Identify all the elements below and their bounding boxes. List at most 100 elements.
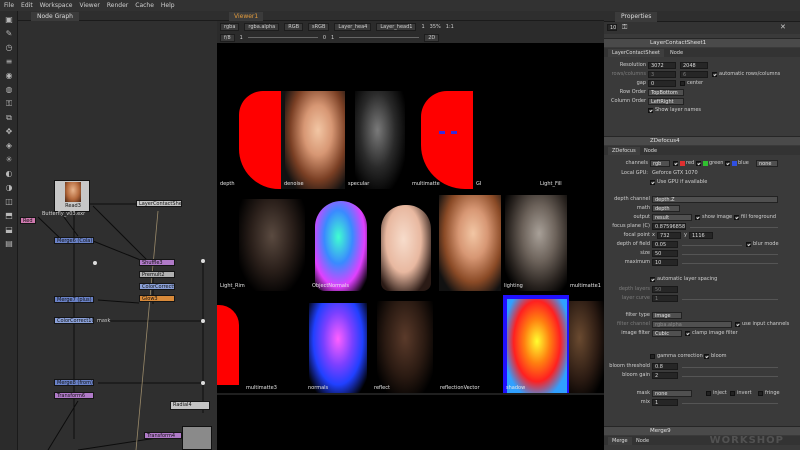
mix-slider[interactable] <box>682 403 778 404</box>
time-tool-icon[interactable]: ◷ <box>4 43 14 52</box>
extra-channel-select[interactable]: none <box>756 160 778 167</box>
tab-zdefocus-node[interactable]: Node <box>640 147 661 155</box>
layer-curve-slider[interactable] <box>682 299 778 300</box>
depth-layers-field[interactable]: 50 <box>652 286 678 293</box>
merge-tool-icon[interactable]: ⧉ <box>4 113 14 122</box>
maximum-field[interactable]: 10 <box>652 259 678 266</box>
bloom-gain-field[interactable]: 2 <box>652 372 678 379</box>
viewer-canvas[interactable]: depth denoise specular multimatte GI Lig… <box>217 43 604 450</box>
zoom-ratio[interactable]: 35% <box>430 24 441 30</box>
color-tool-icon[interactable]: ◉ <box>4 71 14 80</box>
merge8-node[interactable]: Merge8 (from) <box>54 379 94 386</box>
center-checkbox[interactable] <box>680 81 685 86</box>
contact-sheet-panel-header[interactable]: LayerContactSheet1 <box>604 38 800 47</box>
other-tool-icon[interactable]: ⬓ <box>4 225 14 234</box>
furnace-tool-icon[interactable]: ▤ <box>4 239 14 248</box>
fringe-checkbox[interactable] <box>758 391 763 396</box>
filter-type-select[interactable]: image <box>652 312 682 319</box>
depth-channel-select[interactable]: depth.Z <box>652 196 778 203</box>
metadata-tool-icon[interactable]: ◫ <box>4 197 14 206</box>
use-input-channels-checkbox[interactable] <box>735 322 740 327</box>
mix-field[interactable]: 1 <box>652 399 678 406</box>
image-tool-icon[interactable]: ▣ <box>4 15 14 24</box>
column-order-select[interactable]: LeftRight <box>648 98 684 105</box>
maximum-slider[interactable] <box>682 263 778 264</box>
columns-field[interactable]: 6 <box>680 71 708 78</box>
colorspace-select[interactable]: RGB <box>284 22 304 31</box>
tab-layer-contact-sheet[interactable]: LayerContactSheet <box>608 49 664 57</box>
bloom-threshold-field[interactable]: 0.8 <box>652 363 678 370</box>
max-panels-field[interactable]: 10 <box>607 24 617 31</box>
size-field[interactable]: 50 <box>652 250 678 257</box>
math-select[interactable]: depth <box>652 205 680 212</box>
layer-contact-sheet-node[interactable]: LayerContactSheet1 <box>136 200 182 207</box>
connection-dot[interactable] <box>93 261 97 265</box>
gain-value[interactable]: 0 <box>323 35 326 41</box>
particles-tool-icon[interactable]: ✳ <box>4 155 14 164</box>
focal-x-field[interactable]: 732 <box>657 232 681 239</box>
backdrop-node[interactable] <box>182 426 212 450</box>
gamma-slider[interactable] <box>339 37 420 38</box>
shuffle3-node[interactable]: Shuffle3 <box>139 259 175 266</box>
show-layer-names-checkbox[interactable] <box>648 108 653 113</box>
tab-viewer1[interactable]: Viewer1 <box>229 12 264 21</box>
image-filter-select[interactable]: Cubic <box>652 330 682 337</box>
blue-checkbox[interactable] <box>725 161 730 166</box>
layer-b-select[interactable]: Layer_head1 <box>376 22 417 31</box>
lock-icon[interactable]: ⚿ <box>622 23 627 32</box>
connection-dot[interactable] <box>201 381 205 385</box>
radial4-node[interactable]: Radial4 <box>170 401 210 410</box>
auto-layer-spacing-checkbox[interactable] <box>650 277 655 282</box>
read3-node[interactable]: Read3 <box>54 180 90 212</box>
node-graph-canvas[interactable]: Read3 Butterfly_v03.exr LayerContactShee… <box>18 21 217 450</box>
3d-tool-icon[interactable]: ◈ <box>4 141 14 150</box>
close-all-icon[interactable]: ✕ <box>780 23 786 31</box>
channel-tool-icon[interactable]: ≡ <box>4 57 14 66</box>
transform6-node[interactable]: Transform6 <box>54 392 94 399</box>
colorcorrect9-node[interactable]: ColorCorrect9 <box>139 283 175 290</box>
menu-edit[interactable]: Edit <box>21 2 33 9</box>
depth-of-field-field[interactable]: 0.05 <box>652 241 678 248</box>
auto-rows-checkbox[interactable] <box>712 72 717 77</box>
resolution-w-field[interactable]: 3072 <box>648 62 676 69</box>
colorcorrect10-node[interactable]: ColorCorrect10 <box>54 317 94 324</box>
filter-tool-icon[interactable]: ◍ <box>4 85 14 94</box>
zdefocus-panel-header[interactable]: ZDefocus4 <box>604 136 800 145</box>
gamma-value[interactable]: 1 <box>331 35 334 41</box>
menu-file[interactable]: File <box>4 2 14 9</box>
depth-of-field-slider[interactable] <box>682 245 742 246</box>
premult2-node[interactable]: Premult2 <box>139 271 175 278</box>
merge9-panel-header[interactable]: Merge9 <box>604 426 800 435</box>
menu-cache[interactable]: Cache <box>135 2 154 9</box>
resolution-h-field[interactable]: 2048 <box>680 62 708 69</box>
inject-checkbox[interactable] <box>706 391 711 396</box>
views-tool-icon[interactable]: ◑ <box>4 183 14 192</box>
rows-field[interactable]: 3 <box>648 71 676 78</box>
mask-select[interactable]: none <box>652 390 692 397</box>
menu-render[interactable]: Render <box>107 2 128 9</box>
gain-slider[interactable] <box>247 37 318 38</box>
focus-plane-field[interactable]: 0.87596858 <box>652 223 686 230</box>
glow3-node[interactable]: Glow3 <box>139 295 175 302</box>
bloom-checkbox[interactable] <box>704 354 709 359</box>
connection-dot[interactable] <box>201 259 205 263</box>
menu-viewer[interactable]: Viewer <box>79 2 99 9</box>
gamma-correction-checkbox[interactable] <box>650 354 655 359</box>
show-image-checkbox[interactable] <box>695 215 700 220</box>
invert-checkbox[interactable] <box>730 391 735 396</box>
red-node[interactable]: Red <box>20 217 36 224</box>
tab-merge[interactable]: Merge <box>608 437 632 445</box>
toolsets-tool-icon[interactable]: ⬒ <box>4 211 14 220</box>
channels-select[interactable]: rgba <box>220 22 240 31</box>
output-select[interactable]: result <box>652 214 692 221</box>
channels-select[interactable]: rgb <box>650 160 670 167</box>
clamp-image-filter-checkbox[interactable] <box>685 331 690 336</box>
size-slider[interactable] <box>682 254 778 255</box>
view-mode-select[interactable]: 2D <box>424 33 440 42</box>
layer-a-select[interactable]: Layer_hea4 <box>334 22 372 31</box>
transform4-node[interactable]: Transform4 <box>144 432 182 439</box>
fill-foreground-checkbox[interactable] <box>734 215 739 220</box>
menu-help[interactable]: Help <box>161 2 175 9</box>
tab-node-graph[interactable]: Node Graph <box>31 12 79 21</box>
green-checkbox[interactable] <box>696 161 701 166</box>
